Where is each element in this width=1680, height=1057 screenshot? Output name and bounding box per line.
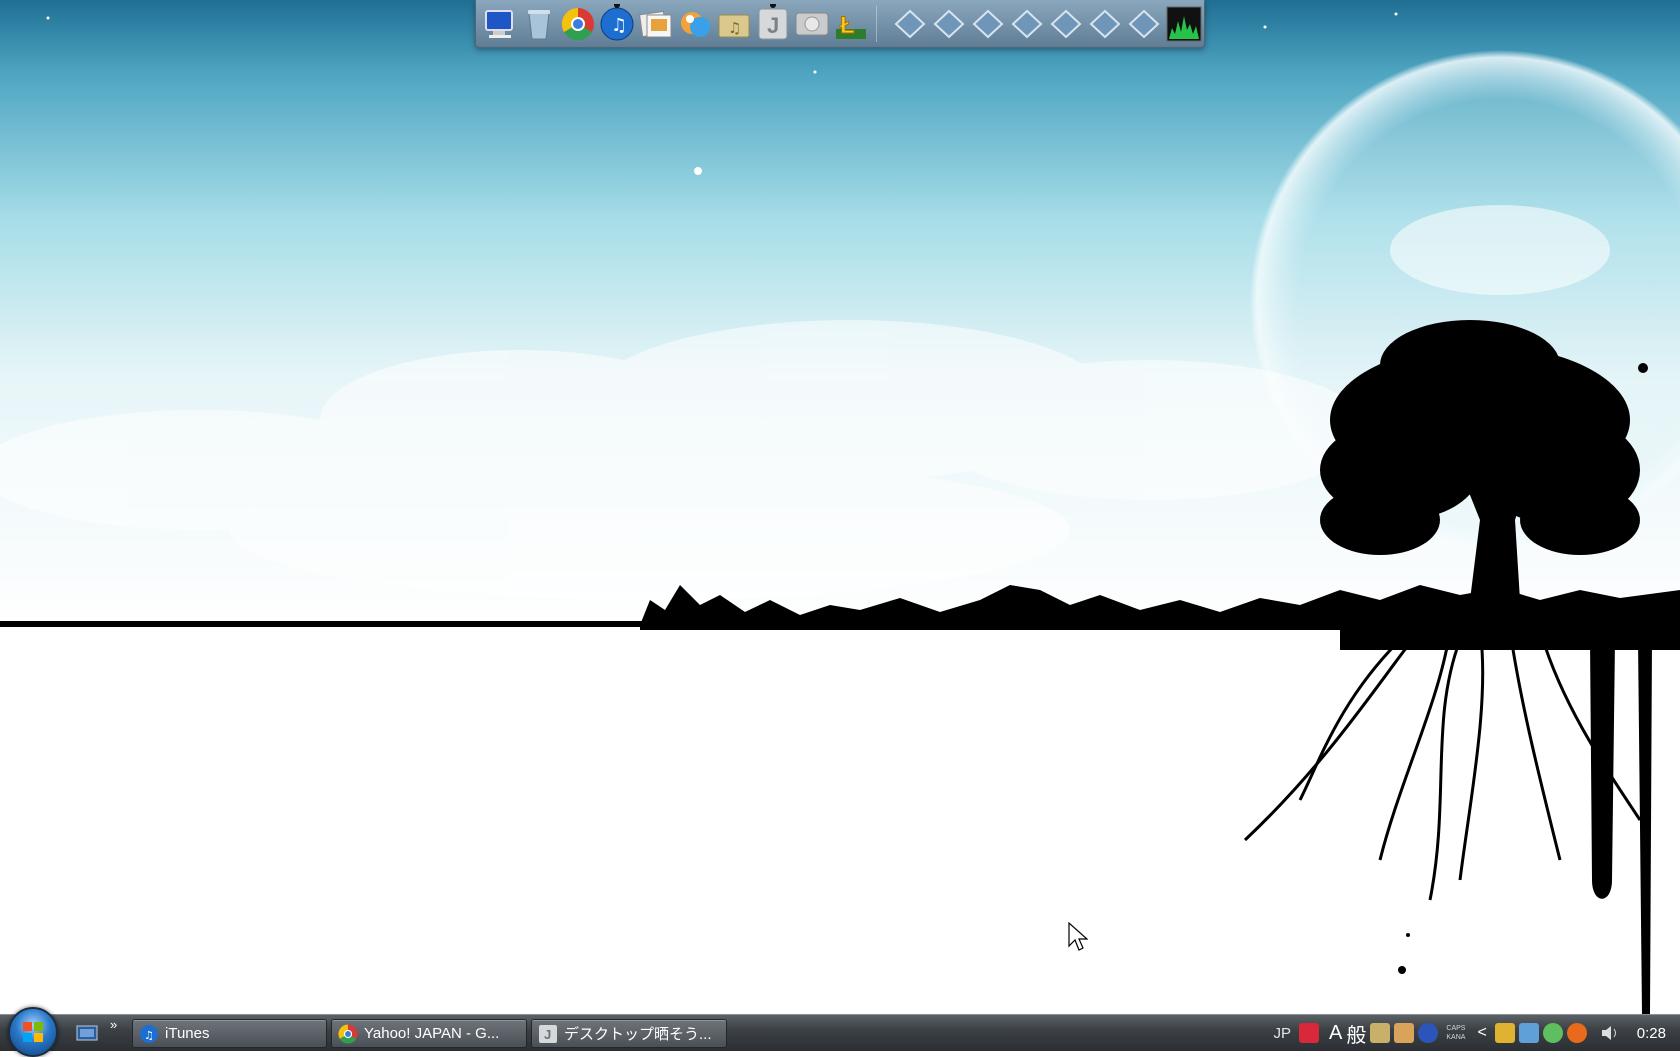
task-button-jword[interactable]: J デスクトップ晒そう...	[531, 1019, 727, 1048]
jword-icon: J	[539, 1024, 557, 1043]
caps-kana-indicator: CAPS KANA	[1446, 1024, 1465, 1042]
svg-text:♫: ♫	[728, 19, 741, 37]
system-tray: JP A 般 CAPS KANA < 0:28	[1274, 1015, 1680, 1051]
mouse-cursor	[1068, 921, 1089, 957]
desktop-wallpaper	[0, 0, 1680, 1014]
svg-text:♫: ♫	[144, 1029, 154, 1042]
tray-app-icon[interactable]	[1494, 1023, 1515, 1043]
stack-1[interactable]	[893, 6, 928, 42]
stack-5[interactable]	[1049, 6, 1084, 42]
chrome-icon	[338, 1024, 358, 1044]
task-button-chrome[interactable]: Yahoo! JAPAN - G...	[331, 1019, 527, 1048]
ime-dictionary-icon[interactable]	[1394, 1023, 1415, 1043]
ime-mode-indicator[interactable]: A	[1329, 1022, 1342, 1045]
chrome-icon[interactable]	[560, 6, 595, 42]
jword-letter: J	[767, 13, 779, 38]
cpu-monitor-icon[interactable]	[1166, 6, 1202, 42]
stack-3[interactable]	[971, 6, 1006, 42]
app-l-icon[interactable]: Ł	[833, 6, 868, 42]
tray-expand-button[interactable]: <	[1477, 1024, 1486, 1042]
itunes-icon: ♫	[140, 1024, 158, 1043]
language-indicator[interactable]: JP	[1274, 1025, 1292, 1042]
task-button-itunes[interactable]: ♫ iTunes	[132, 1019, 327, 1048]
caps-label: CAPS	[1446, 1025, 1466, 1032]
sync-icon[interactable]	[1542, 1023, 1563, 1043]
svg-text:J: J	[544, 1027, 551, 1042]
ime-help-icon[interactable]	[1418, 1023, 1439, 1043]
ime-pad-icon[interactable]	[1299, 1023, 1320, 1043]
stack-7[interactable]	[1127, 6, 1162, 42]
itunes-icon[interactable]: ♫	[599, 3, 634, 42]
ime-tool-icon[interactable]	[1370, 1023, 1391, 1043]
messenger-icon[interactable]	[677, 6, 712, 42]
stack-6[interactable]	[1088, 6, 1123, 42]
app-l-letter: Ł	[840, 12, 855, 39]
task-label: デスクトップ晒そう...	[564, 1026, 712, 1043]
photo-viewer-icon[interactable]	[638, 6, 673, 42]
disc-drive-icon[interactable]	[794, 6, 829, 42]
taskbar: » ♫ iTunes Yahoo! JAPAN - G... J デスクトップ晒…	[0, 1007, 1680, 1057]
update-icon[interactable]	[1566, 1023, 1587, 1043]
volume-icon[interactable]	[1599, 1023, 1619, 1043]
show-desktop-icon[interactable]	[74, 1021, 100, 1045]
top-dock: ♫ ♫ J Ł	[475, 0, 1205, 48]
kana-label: KANA	[1446, 1034, 1466, 1041]
recycle-bin-icon[interactable]	[521, 6, 556, 42]
task-label: iTunes	[165, 1025, 210, 1042]
task-label: Yahoo! JAPAN - G...	[364, 1025, 500, 1042]
windows-start-icon	[23, 1022, 43, 1042]
my-computer-icon[interactable]	[482, 6, 517, 42]
stack-4[interactable]	[1010, 6, 1045, 42]
network-icon[interactable]	[1518, 1023, 1539, 1043]
jword-icon[interactable]: J	[755, 3, 790, 42]
svg-text:♫: ♫	[611, 15, 627, 36]
clock[interactable]: 0:28	[1637, 1025, 1666, 1042]
dock-separator	[876, 5, 887, 42]
music-folder-icon[interactable]: ♫	[716, 6, 751, 42]
stack-2[interactable]	[932, 6, 967, 42]
ime-type-indicator[interactable]: 般	[1346, 1019, 1366, 1048]
quick-launch-more-button[interactable]: »	[110, 1017, 117, 1032]
